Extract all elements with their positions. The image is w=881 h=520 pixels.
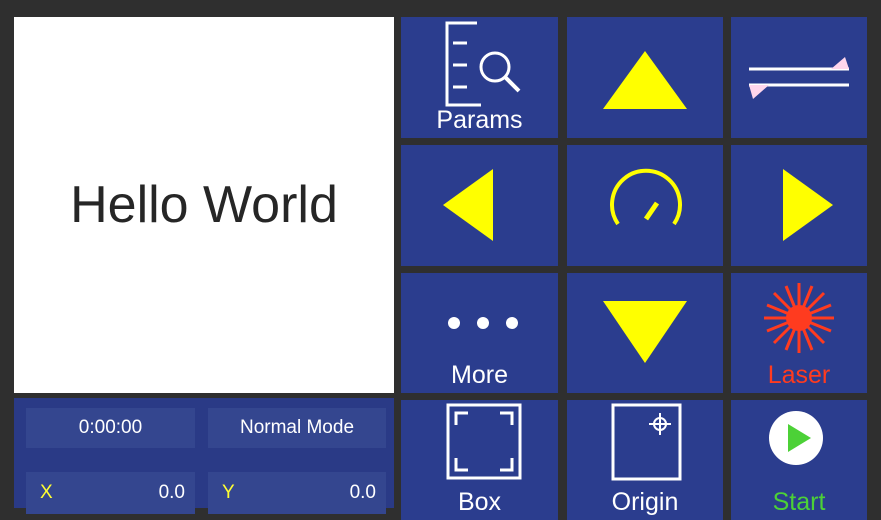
y-value: 0.0 — [349, 482, 376, 503]
arrow-right-icon — [783, 169, 833, 241]
move-right-button[interactable] — [731, 145, 867, 266]
laser-label: Laser — [767, 361, 831, 389]
start-label: Start — [772, 488, 826, 516]
laser-button[interactable]: Laser — [731, 273, 867, 393]
swap-arrows-icon — [749, 57, 849, 99]
mode-indicator: Normal Mode — [208, 408, 386, 448]
mode-value: Normal Mode — [239, 417, 355, 438]
swap-button[interactable] — [731, 17, 867, 138]
params-button[interactable]: Params — [401, 17, 558, 138]
x-label: X — [40, 482, 53, 503]
arrow-left-icon — [443, 169, 493, 241]
app-frame: Hello World 0:00:00 Normal Mode X 0.0 Y … — [0, 0, 881, 520]
elapsed-time-value: 0:00:00 — [78, 417, 143, 438]
move-up-button[interactable] — [567, 17, 723, 138]
speed-button[interactable] — [567, 145, 723, 266]
x-position: X 0.0 — [26, 472, 195, 514]
y-label: Y — [222, 482, 235, 503]
box-label: Box — [457, 488, 502, 516]
start-button[interactable]: Start — [731, 400, 867, 520]
params-label: Params — [436, 106, 523, 134]
origin-label: Origin — [611, 488, 679, 516]
move-left-button[interactable] — [401, 145, 558, 266]
more-button[interactable]: More — [401, 273, 558, 393]
x-value: 0.0 — [158, 482, 185, 503]
box-button[interactable]: Box — [401, 400, 558, 520]
status-panel: 0:00:00 Normal Mode X 0.0 Y 0.0 — [14, 398, 394, 514]
arrow-up-icon — [603, 51, 687, 109]
origin-button[interactable]: Origin — [567, 400, 723, 520]
move-down-button[interactable] — [567, 273, 723, 393]
more-label: More — [451, 361, 508, 389]
y-position: Y 0.0 — [208, 472, 386, 514]
preview-screen: Hello World — [14, 17, 394, 393]
arrow-down-icon — [603, 301, 687, 363]
preview-text: Hello World — [70, 176, 338, 234]
speedometer-icon — [610, 168, 682, 226]
elapsed-time: 0:00:00 — [26, 408, 195, 448]
